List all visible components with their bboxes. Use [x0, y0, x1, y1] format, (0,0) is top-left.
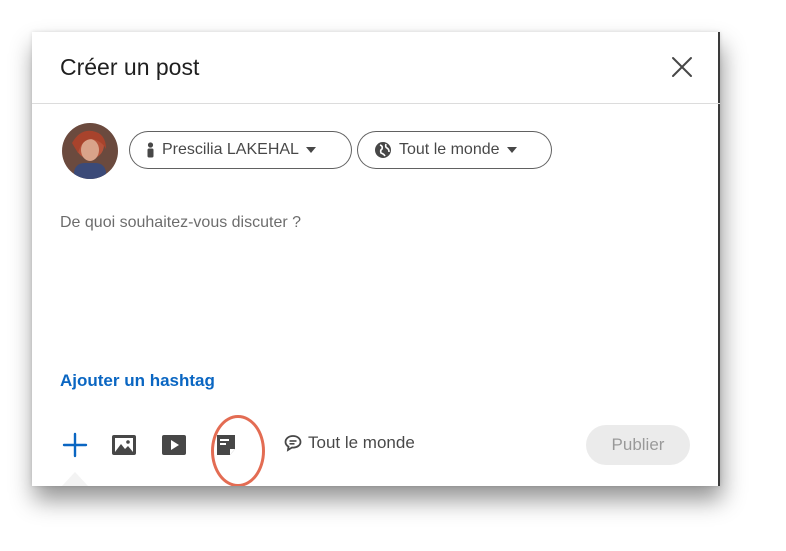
plus-icon[interactable] — [62, 432, 88, 458]
comment-setting-label: Tout le monde — [308, 433, 415, 452]
person-icon — [147, 142, 154, 158]
close-icon[interactable] — [670, 55, 694, 79]
add-hashtag-link[interactable]: Ajouter un hashtag — [60, 371, 215, 391]
chevron-down-icon — [305, 147, 316, 153]
dialog-title: Créer un post — [60, 54, 200, 80]
create-post-dialog: Créer un post Prescilia LAKEHAL Tout le … — [32, 32, 720, 486]
audience-label: Tout le monde — [399, 141, 500, 158]
chevron-down-icon — [506, 147, 517, 153]
tooltip-pointer — [62, 472, 88, 486]
post-text-input[interactable]: De quoi souhaitez-vous discuter ? — [60, 214, 680, 232]
globe-icon — [375, 142, 391, 158]
comment-visibility-setting[interactable]: Tout le monde — [284, 433, 415, 453]
document-icon[interactable] — [215, 434, 237, 456]
audience-selector[interactable]: Tout le monde — [357, 131, 552, 169]
avatar — [62, 123, 118, 179]
publish-button[interactable]: Publier — [586, 425, 690, 465]
photo-icon[interactable] — [112, 435, 136, 455]
author-selector[interactable]: Prescilia LAKEHAL — [129, 131, 352, 169]
speech-bubble-icon — [284, 435, 302, 452]
dialog-header: Créer un post — [32, 32, 720, 104]
video-icon[interactable] — [162, 435, 186, 455]
author-name: Prescilia LAKEHAL — [162, 141, 299, 158]
